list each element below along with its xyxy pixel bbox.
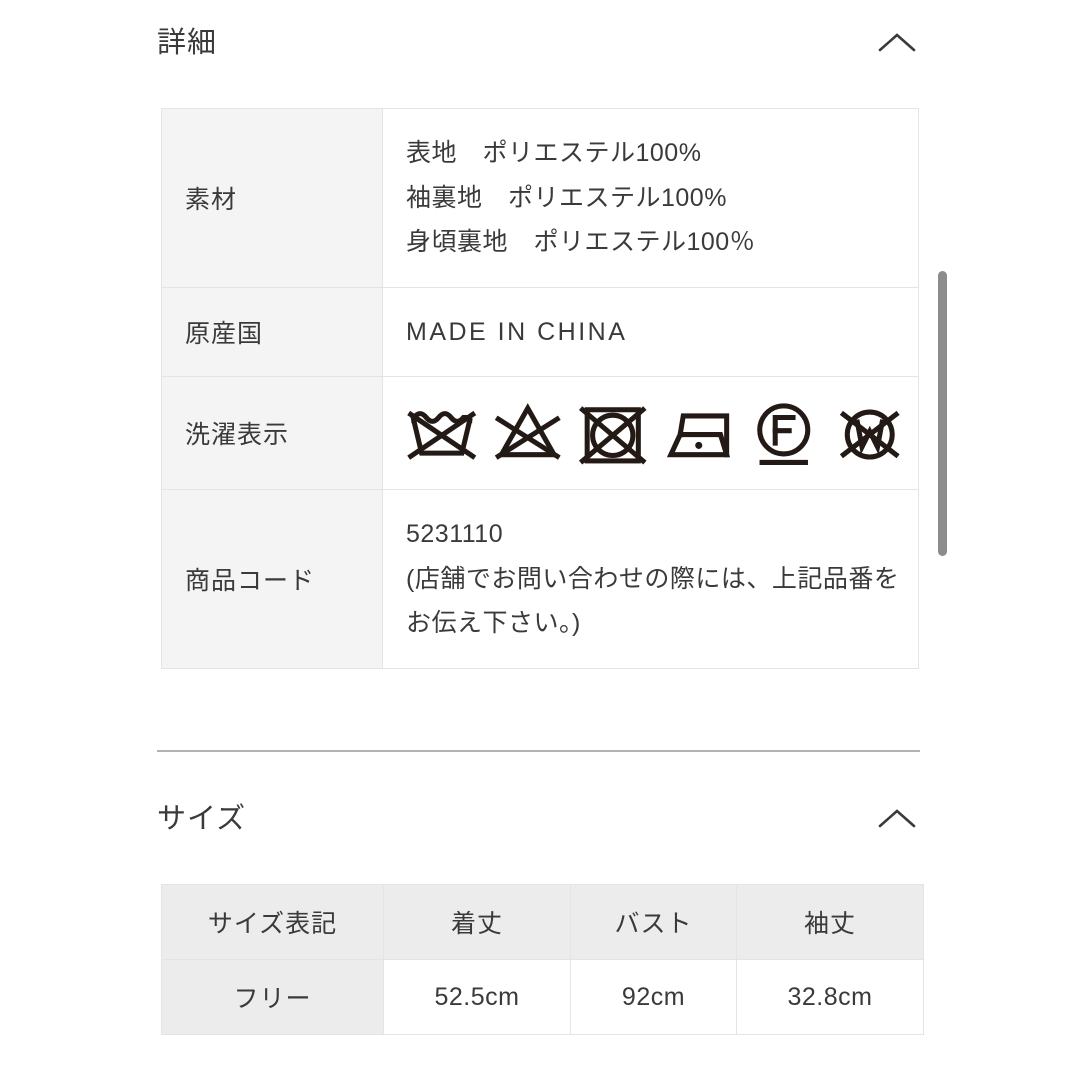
- product-code-number: 5231110: [406, 520, 504, 548]
- section-divider: [157, 750, 920, 752]
- do-not-wash-icon: [407, 410, 477, 460]
- size-col-header-length: 着丈: [383, 884, 571, 960]
- row-label-origin: 原産国: [161, 286, 383, 377]
- size-col-header-label: サイズ表記: [161, 884, 384, 960]
- table-row: 商品コード 5231110 (店舗でお問い合わせの際には、上記品番を お伝え下さ…: [161, 489, 919, 669]
- do-not-wet-clean-icon: [839, 409, 900, 460]
- size-value-bust: 92cm: [570, 959, 737, 1035]
- chevron-up-icon[interactable]: [874, 804, 920, 834]
- detail-section-title: 詳細: [157, 26, 218, 59]
- table-row: 素材 表地 ポリエステル100% 袖裏地 ポリエステル100% 身頃裏地 ポリエ…: [161, 108, 919, 288]
- row-value-product-code: 5231110 (店舗でお問い合わせの際には、上記品番を お伝え下さい。): [382, 489, 919, 669]
- iron-low-heat-icon: [666, 413, 730, 458]
- cut-off-heading-text: ・・・・・・・: [0, 0, 1080, 1]
- do-not-tumble-dry-icon: [578, 406, 647, 465]
- detail-section-header[interactable]: 詳細: [157, 20, 920, 66]
- product-code-note-line-1: (店舗でお問い合わせの際には、上記品番を: [406, 564, 900, 593]
- dryclean-petroleum-gentle-icon: [757, 403, 811, 465]
- table-row: フリー 52.5cm 92cm 32.8cm: [161, 959, 924, 1035]
- product-detail-page: ・・・・・・・ 詳細 素材 表地 ポリエステル100% 袖裏地 ポリエステル10…: [0, 0, 1080, 1080]
- product-code-note-line-2: お伝え下さい。): [406, 609, 581, 637]
- material-line-2: 袖裏地 ポリエステル100%: [406, 183, 727, 212]
- row-value-material: 表地 ポリエステル100% 袖裏地 ポリエステル100% 身頃裏地 ポリエステル…: [382, 108, 919, 288]
- size-col-header-bust: バスト: [570, 884, 737, 960]
- size-table: サイズ表記 着丈 バスト 袖丈 フリー 52.5cm 92cm 32.8cm: [161, 884, 924, 1035]
- vertical-scrollbar-thumb[interactable]: [938, 271, 947, 556]
- care-symbol-group: [403, 391, 908, 475]
- row-label-product-code: 商品コード: [161, 489, 383, 669]
- detail-spec-table: 素材 表地 ポリエステル100% 袖裏地 ポリエステル100% 身頃裏地 ポリエ…: [161, 108, 919, 669]
- size-section-header[interactable]: サイズ: [157, 796, 920, 842]
- table-row: 洗濯表示: [161, 376, 919, 490]
- chevron-up-icon[interactable]: [874, 28, 920, 58]
- size-value-length: 52.5cm: [383, 959, 571, 1035]
- size-row-label: フリー: [161, 959, 384, 1035]
- row-value-care: [382, 376, 919, 490]
- row-label-material: 素材: [161, 108, 383, 288]
- do-not-bleach-icon: [494, 403, 561, 460]
- size-value-sleeve: 32.8cm: [736, 959, 924, 1035]
- material-line-1: 表地 ポリエステル100%: [406, 139, 702, 167]
- size-table-header-row: サイズ表記 着丈 バスト 袖丈: [161, 884, 924, 960]
- size-col-header-sleeve: 袖丈: [736, 884, 924, 960]
- row-label-care: 洗濯表示: [161, 376, 383, 490]
- table-row: 原産国 MADE IN CHINA: [161, 286, 919, 377]
- size-section-title: サイズ: [157, 802, 247, 835]
- row-value-origin: MADE IN CHINA: [382, 286, 919, 377]
- material-line-3: 身頃裏地 ポリエステル100％: [406, 228, 756, 256]
